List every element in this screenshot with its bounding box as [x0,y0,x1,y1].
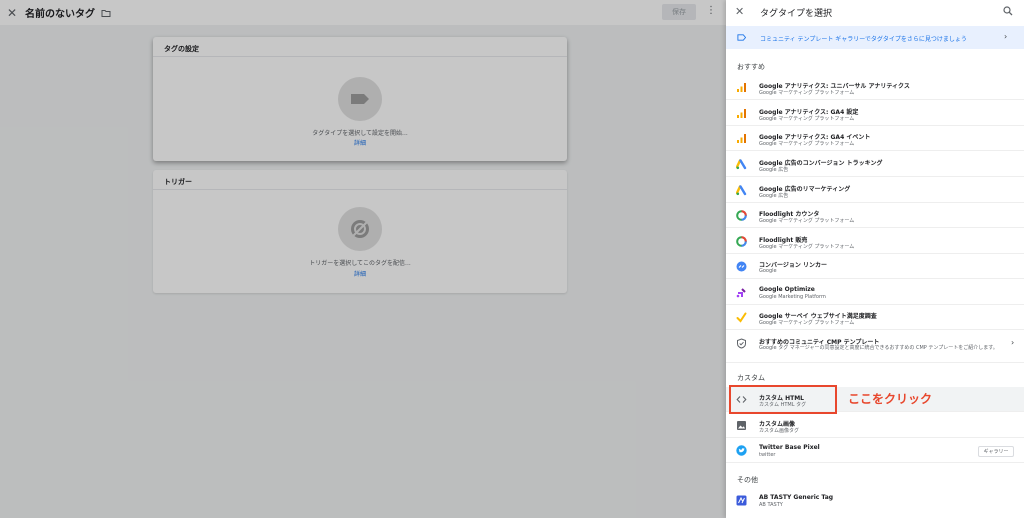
floodlight-icon [736,210,747,221]
annotation-highlight-box [729,385,837,414]
section-other: その他 [737,476,758,484]
item-vendor: Google マーケティング プラットフォーム [759,244,855,250]
list-item-cmp-templates[interactable]: おすすめのコミュニティ CMP テンプレート Google タグ マネージャーの… [726,331,1024,363]
list-item-ads-remarketing[interactable]: Google 広告のリマーケティング Google 広告 [726,178,1024,203]
item-vendor: Google 広告 [759,167,789,173]
conversion-linker-icon [736,261,747,272]
google-analytics-icon [737,109,746,118]
item-vendor: Google マーケティング プラットフォーム [759,90,855,96]
list-item-custom-image[interactable]: カスタム画像 カスタム画像タグ [726,413,1024,438]
shield-icon [737,338,746,349]
tag-type-panel: ✕ タグタイプを選択 コミュニティ テンプレート ギャラリーでタグタイプをさらに… [726,0,1024,518]
list-item-floodlight-counter[interactable]: Floodlight カウンタ Google マーケティング プラットフォーム [726,203,1024,228]
item-vendor: twitter [759,452,776,458]
image-icon [737,421,746,430]
google-analytics-icon [737,134,746,143]
tag-editor: ✕ 名前のないタグ 保存 ⋮ タグの設定 タグタイプを選択して設定を開始... … [0,0,726,518]
gallery-badge-button[interactable]: ギャラリー [978,446,1014,457]
section-featured: おすすめ [737,63,765,71]
list-item-floodlight-sales[interactable]: Floodlight 販売 Google マーケティング プラットフォーム [726,229,1024,254]
list-item-twitter-pixel[interactable]: Twitter Base Pixel twitter ギャラリー [726,438,1024,463]
item-name: Twitter Base Pixel [759,444,820,451]
item-vendor: AB TASTY [759,502,783,508]
google-ads-icon [736,159,747,170]
list-item-conversion-linker[interactable]: コンバージョン リンカー Google [726,254,1024,279]
google-ads-icon [736,185,747,196]
annotation-text: ここをクリック [848,392,933,406]
modal-overlay[interactable] [0,0,726,518]
floodlight-icon [736,236,747,247]
list-item-optimize[interactable]: Google Optimize Google Marketing Platfor… [726,280,1024,305]
list-item-ga4-config[interactable]: Google アナリティクス: GA4 設定 Google マーケティング プラ… [726,101,1024,126]
community-gallery-banner[interactable]: コミュニティ テンプレート ギャラリーでタグタイプをさらに見つけましょう › [726,26,1024,49]
item-vendor: Google Marketing Platform [759,294,826,300]
twitter-icon [736,445,747,456]
ab-tasty-icon [736,495,747,506]
search-icon[interactable] [1003,6,1013,16]
chevron-right-icon: › [1011,338,1015,347]
item-vendor: Google 広告 [759,193,789,199]
list-item-ua[interactable]: Google アナリティクス: ユニバーサル アナリティクス Google マー… [726,75,1024,100]
list-item-ads-conversion[interactable]: Google 広告のコンバージョン トラッキング Google 広告 [726,152,1024,177]
item-vendor: カスタム画像タグ [759,428,800,434]
item-name: AB TASTY Generic Tag [759,494,834,501]
tag-outline-icon [737,34,746,41]
item-vendor: Google マーケティング プラットフォーム [759,218,855,224]
item-vendor: Google マーケティング プラットフォーム [759,141,855,147]
google-optimize-icon [736,288,746,298]
close-icon[interactable]: ✕ [735,5,744,18]
panel-title: タグタイプを選択 [760,9,833,19]
item-vendor: Google マーケティング プラットフォーム [759,116,855,122]
item-vendor: Google [759,268,777,274]
panel-header: ✕ タグタイプを選択 [726,0,1024,25]
google-analytics-icon [737,83,746,92]
item-description: Google タグ マネージャーの同意設定と高度に統合できるおすすめの CMP … [759,345,998,351]
list-item-surveys[interactable]: Google サーベイ ウェブサイト満足度調査 Google マーケティング プ… [726,305,1024,330]
section-custom: カスタム [737,374,765,382]
chevron-right-icon: › [1004,32,1008,41]
item-name: Google Optimize [759,286,815,293]
google-surveys-icon [736,312,747,323]
item-vendor: Google マーケティング プラットフォーム [759,320,855,326]
community-banner-text: コミュニティ テンプレート ギャラリーでタグタイプをさらに見つけましょう [760,36,967,43]
list-item-ab-tasty[interactable]: AB TASTY Generic Tag AB TASTY [726,488,1024,513]
list-item-ga4-event[interactable]: Google アナリティクス: GA4 イベント Google マーケティング … [726,126,1024,151]
